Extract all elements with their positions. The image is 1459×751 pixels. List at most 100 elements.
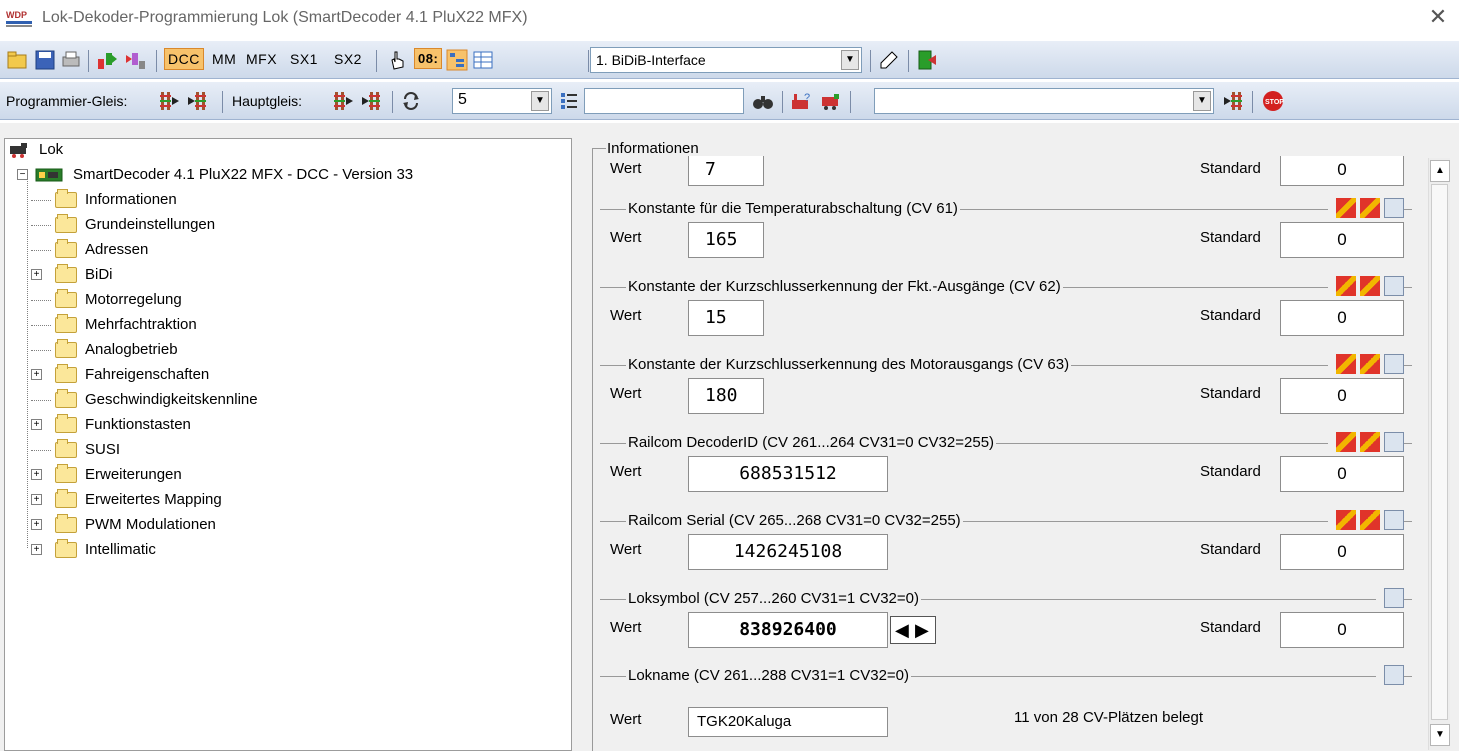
- scroll-up-icon[interactable]: ▲: [1430, 160, 1450, 182]
- standard-input[interactable]: 0: [1280, 612, 1404, 648]
- info-sheet-icon[interactable]: [1384, 588, 1404, 608]
- protocol-mm[interactable]: MM: [212, 51, 236, 67]
- standard-input[interactable]: 0: [1280, 534, 1404, 570]
- track-write-icon[interactable]: [1222, 90, 1244, 112]
- info-sheet-icon[interactable]: [1384, 354, 1404, 374]
- value-stepper[interactable]: ◀ ▶: [890, 616, 936, 644]
- open-folder-icon[interactable]: [6, 49, 28, 71]
- list-filter-icon[interactable]: [558, 90, 580, 112]
- address-badge[interactable]: 08:: [414, 48, 443, 69]
- info-sheet-icon[interactable]: [1384, 665, 1404, 685]
- scroll-down-icon[interactable]: ▼: [1430, 724, 1450, 746]
- wert-input[interactable]: 7: [688, 156, 764, 186]
- wert-label: Wert: [610, 160, 642, 177]
- filter-chevron-down-icon[interactable]: ▼: [1193, 91, 1211, 111]
- wert-input[interactable]: 180: [688, 378, 764, 414]
- chevron-down-icon[interactable]: ▼: [841, 50, 859, 70]
- protocol-sx2[interactable]: SX2: [334, 51, 362, 67]
- write-cv-icon[interactable]: [1360, 198, 1380, 218]
- wert-label: Wert: [610, 229, 642, 246]
- filter-select[interactable]: ▼: [874, 88, 1214, 114]
- expand-icon[interactable]: +: [31, 544, 42, 555]
- standard-input[interactable]: 0: [1280, 156, 1404, 186]
- folder-icon: [55, 339, 77, 358]
- table-view-icon[interactable]: [472, 49, 494, 71]
- expand-icon[interactable]: +: [31, 269, 42, 280]
- vertical-scrollbar[interactable]: ▲ ▼: [1428, 158, 1450, 750]
- arrow-left-icon[interactable]: ◀: [895, 620, 909, 640]
- print-icon[interactable]: [60, 49, 82, 71]
- hand-pointer-icon[interactable]: [386, 49, 408, 71]
- standard-input[interactable]: 0: [1280, 378, 1404, 414]
- tree-decoder-label: SmartDecoder 4.1 PluX22 MFX - DCC - Vers…: [73, 166, 414, 183]
- tree-view-icon[interactable]: [446, 49, 468, 71]
- expand-icon[interactable]: +: [31, 469, 42, 480]
- factory-reset-icon[interactable]: ?: [790, 90, 812, 112]
- address-value: 5: [458, 91, 467, 108]
- folder-icon: [55, 514, 77, 533]
- wert-label: Wert: [610, 463, 642, 480]
- write-cv-icon[interactable]: [1360, 276, 1380, 296]
- read-cv-icon[interactable]: [1336, 432, 1356, 452]
- folder-icon: [55, 214, 77, 233]
- save-icon[interactable]: [34, 49, 56, 71]
- wert-input[interactable]: 688531512: [688, 456, 888, 492]
- standard-label: Standard: [1200, 160, 1261, 177]
- standard-input[interactable]: 0: [1280, 456, 1404, 492]
- wert-input[interactable]: 838926400: [688, 612, 888, 648]
- prog-track-write-icon[interactable]: [186, 90, 208, 112]
- scroll-thumb[interactable]: [1431, 184, 1448, 720]
- read-cv-icon[interactable]: [1336, 510, 1356, 530]
- protocol-sx1[interactable]: SX1: [290, 51, 318, 67]
- expand-icon[interactable]: +: [31, 419, 42, 430]
- standard-label: Standard: [1200, 541, 1261, 558]
- write-cv-icon[interactable]: [1360, 354, 1380, 374]
- folder-icon: [55, 539, 77, 558]
- expand-icon[interactable]: +: [31, 519, 42, 530]
- write-cv-icon[interactable]: [1360, 432, 1380, 452]
- lokname-input[interactable]: TGK20Kaluga: [688, 707, 888, 737]
- read-decoder-icon[interactable]: [96, 49, 118, 71]
- arrow-right-icon[interactable]: ▶: [915, 620, 929, 640]
- read-cv-icon[interactable]: [1336, 276, 1356, 296]
- wert-input[interactable]: 1426245108: [688, 534, 888, 570]
- interface-select[interactable]: 1. BiDiB-Interface ▼: [590, 47, 862, 73]
- expand-icon[interactable]: +: [31, 494, 42, 505]
- info-sheet-icon[interactable]: [1384, 510, 1404, 530]
- exit-icon[interactable]: [916, 49, 938, 71]
- main-track-write-icon[interactable]: [360, 90, 382, 112]
- wert-label: Wert: [610, 307, 642, 324]
- standard-input[interactable]: 0: [1280, 222, 1404, 258]
- binoculars-icon[interactable]: [752, 90, 774, 112]
- info-sheet-icon[interactable]: [1384, 198, 1404, 218]
- read-cv-icon[interactable]: [1336, 354, 1356, 374]
- address-input[interactable]: 5 ▼: [452, 88, 552, 114]
- folder-icon: [55, 264, 77, 283]
- standard-input[interactable]: 0: [1280, 300, 1404, 336]
- write-decoder-icon[interactable]: [124, 49, 146, 71]
- protocol-mfx[interactable]: MFX: [246, 51, 277, 67]
- prog-track-read-icon[interactable]: [158, 90, 180, 112]
- main-track-read-icon[interactable]: [332, 90, 354, 112]
- wert-label: Wert: [610, 541, 642, 558]
- tree-item-informationen[interactable]: Informationen: [31, 189, 255, 211]
- lokname-wert-label: Wert: [610, 711, 642, 728]
- refresh-icon[interactable]: [400, 90, 422, 112]
- stop-icon[interactable]: STOP: [1262, 90, 1284, 112]
- wert-label: Wert: [610, 619, 642, 636]
- pen-icon[interactable]: [878, 49, 900, 71]
- expand-icon[interactable]: +: [31, 369, 42, 380]
- info-sheet-icon[interactable]: [1384, 276, 1404, 296]
- info-sheet-icon[interactable]: [1384, 432, 1404, 452]
- read-cv-icon[interactable]: [1336, 198, 1356, 218]
- address-chevron-down-icon[interactable]: ▼: [531, 91, 549, 111]
- close-icon[interactable]: ✕: [1425, 4, 1451, 30]
- wert-input[interactable]: 15: [688, 300, 764, 336]
- main-toolbar: DCC MM MFX SX1 SX2 08: 1. BiDiB-Interfac…: [0, 41, 1459, 79]
- write-cv-icon[interactable]: [1360, 510, 1380, 530]
- protocol-dcc[interactable]: DCC: [164, 48, 204, 70]
- svg-text:WDP: WDP: [6, 10, 27, 20]
- wert-input[interactable]: 165: [688, 222, 764, 258]
- locomotive-icon[interactable]: [820, 90, 842, 112]
- search-input[interactable]: [584, 88, 744, 114]
